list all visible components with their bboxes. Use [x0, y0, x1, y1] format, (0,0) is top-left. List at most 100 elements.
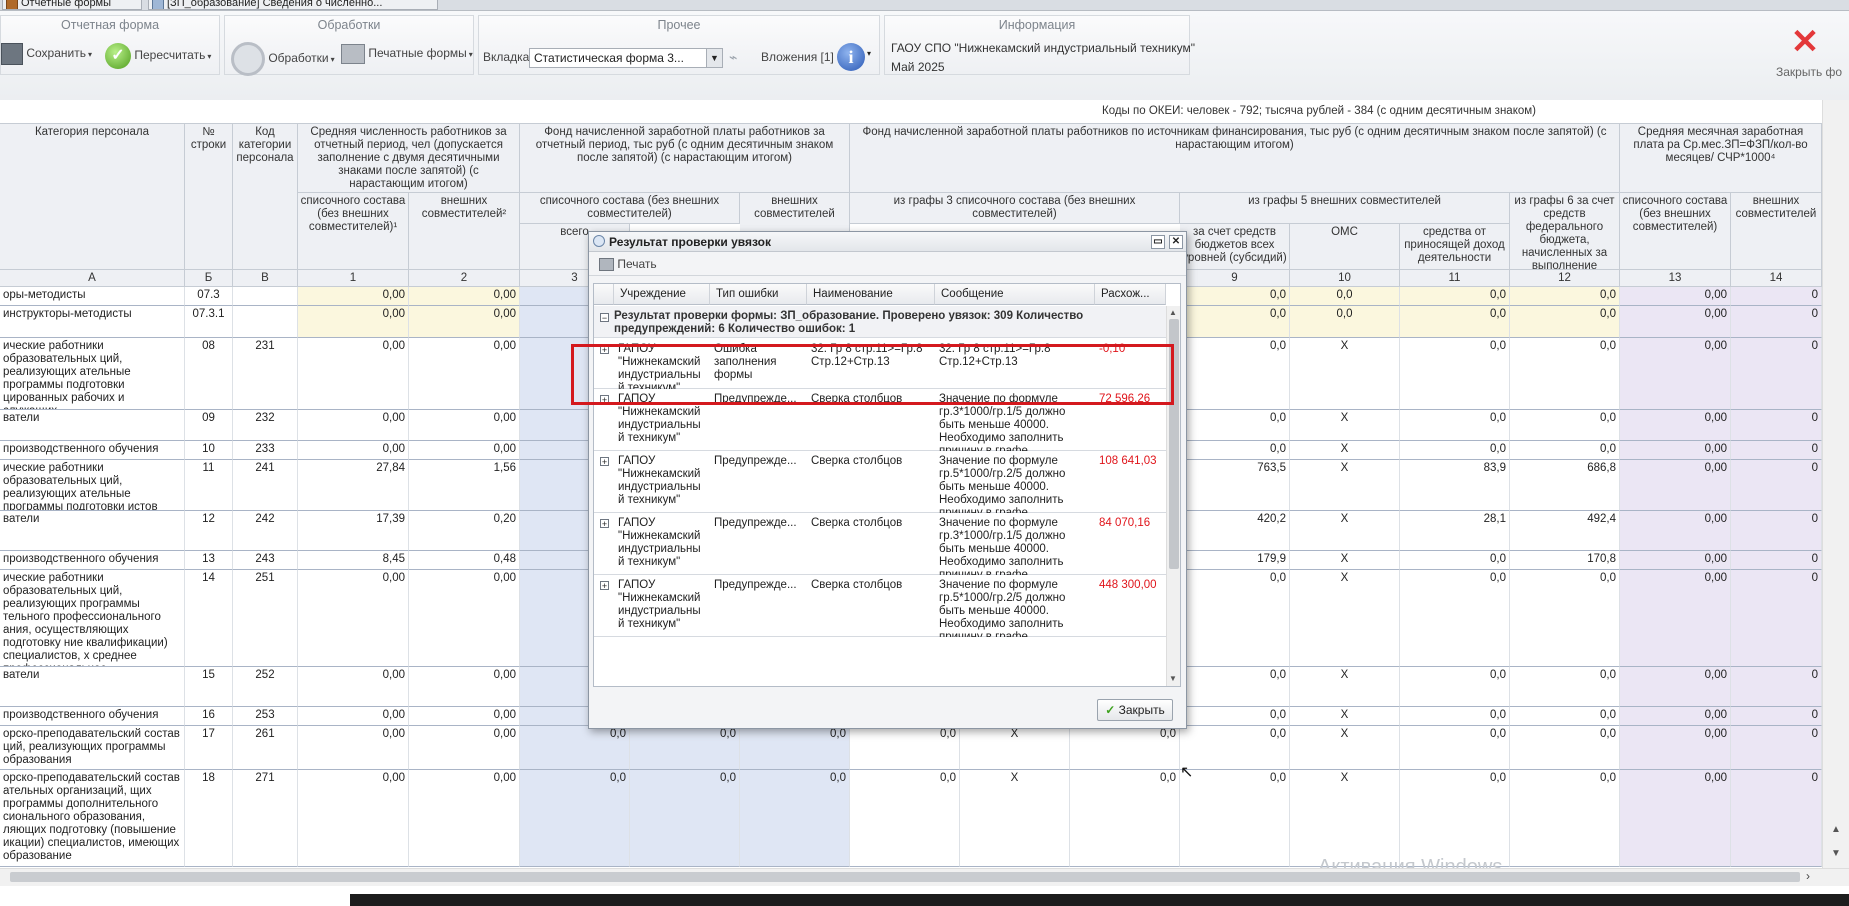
table-cell[interactable]: 0,0 — [1400, 338, 1510, 410]
maximize-icon[interactable]: ▭ — [1151, 235, 1165, 249]
table-cell[interactable]: 0,0 — [1180, 410, 1290, 441]
table-cell[interactable]: 0,00 — [409, 570, 520, 667]
table-cell[interactable]: 0,0 — [1510, 287, 1620, 306]
table-cell[interactable]: 0,00 — [298, 570, 409, 667]
table-cell[interactable]: 0,00 — [409, 338, 520, 410]
table-cell[interactable]: 0,0 — [1290, 306, 1400, 338]
info-icon[interactable]: i — [837, 43, 865, 71]
table-cell[interactable]: 0 — [1731, 707, 1822, 726]
table-cell[interactable]: 0,00 — [298, 726, 409, 770]
table-cell[interactable]: 0,00 — [1620, 441, 1731, 460]
table-cell[interactable]: 0,00 — [298, 770, 409, 867]
table-cell[interactable]: 0,0 — [520, 770, 630, 867]
table-cell[interactable]: X — [960, 726, 1070, 770]
table-cell[interactable]: 0,00 — [1620, 551, 1731, 570]
save-button[interactable]: Сохранить ▾ — [1, 43, 92, 65]
table-cell[interactable]: 28,1 — [1400, 511, 1510, 551]
recalculate-button[interactable]: ✓ Пересчитать ▾ — [105, 43, 211, 69]
table-cell[interactable]: 0,0 — [1510, 306, 1620, 338]
table-cell[interactable]: 253 — [233, 707, 298, 726]
scroll-up-icon[interactable]: ▲ — [1831, 824, 1841, 835]
header-diff[interactable]: Расхож... — [1095, 284, 1166, 305]
table-cell[interactable]: 0,00 — [1620, 667, 1731, 707]
table-cell[interactable]: 0,0 — [1180, 726, 1290, 770]
table-cell[interactable]: 0,0 — [1400, 287, 1510, 306]
table-cell[interactable]: 83,9 — [1400, 460, 1510, 511]
print-button[interactable]: Печать — [599, 254, 657, 274]
table-cell[interactable]: 0,0 — [1070, 726, 1180, 770]
table-cell[interactable]: 0,0 — [630, 770, 740, 867]
table-cell[interactable]: 0,00 — [298, 287, 409, 306]
tab-report-forms[interactable]: Отчетные формы — [2, 0, 142, 10]
table-cell[interactable]: 0,0 — [1400, 770, 1510, 867]
table-cell[interactable]: X — [1290, 441, 1400, 460]
table-cell[interactable]: 0 — [1731, 287, 1822, 306]
result-row[interactable]: + ГАПОУ "Нижнекамский индустриальный техн… — [594, 575, 1166, 637]
table-cell[interactable]: 0,00 — [1620, 287, 1731, 306]
table-cell[interactable]: X — [1290, 551, 1400, 570]
table-cell[interactable]: 0,0 — [1400, 306, 1510, 338]
table-cell[interactable]: 0,0 — [1510, 410, 1620, 441]
table-cell[interactable]: 0,0 — [1180, 770, 1290, 867]
scroll-up-icon[interactable]: ▲ — [1169, 308, 1177, 317]
close-button[interactable]: ✓ Закрыть — [1097, 699, 1173, 721]
table-cell[interactable]: 0,0 — [1180, 306, 1290, 338]
table-cell[interactable]: 0,0 — [1400, 667, 1510, 707]
table-cell[interactable]: 0,0 — [740, 726, 850, 770]
expand-icon[interactable]: + — [600, 457, 609, 467]
close-form-button[interactable]: ✕ Закрыть фо — [1776, 25, 1842, 87]
expand-icon[interactable]: + — [600, 519, 609, 529]
table-cell[interactable]: X — [1290, 707, 1400, 726]
collapse-icon[interactable]: − — [600, 313, 609, 323]
table-cell[interactable]: 0 — [1731, 667, 1822, 707]
table-cell[interactable]: 0,0 — [1180, 287, 1290, 306]
table-cell[interactable]: 0,0 — [1290, 287, 1400, 306]
table-cell[interactable]: X — [1290, 410, 1400, 441]
table-cell[interactable]: 0,00 — [298, 410, 409, 441]
table-cell[interactable]: 0 — [1731, 338, 1822, 410]
table-cell[interactable]: 0,00 — [409, 410, 520, 441]
table-cell[interactable]: 0,00 — [1620, 511, 1731, 551]
header-message[interactable]: Сообщение — [935, 284, 1095, 305]
tab-select[interactable]: Статистическая форма 3... ▼ — [529, 48, 723, 68]
table-cell[interactable]: 0,0 — [1400, 726, 1510, 770]
expand-icon[interactable]: + — [600, 581, 609, 591]
table-cell[interactable]: 0,0 — [1180, 707, 1290, 726]
table-cell[interactable]: 0,00 — [1620, 726, 1731, 770]
scroll-right-icon[interactable]: › — [1806, 869, 1810, 883]
table-cell[interactable]: 0,0 — [630, 726, 740, 770]
table-cell[interactable]: 0,00 — [1620, 770, 1731, 867]
table-cell[interactable]: 0,0 — [1510, 707, 1620, 726]
table-cell[interactable]: 0 — [1731, 306, 1822, 338]
table-cell[interactable]: 0,00 — [1620, 570, 1731, 667]
scroll-thumb[interactable] — [10, 872, 1800, 882]
table-cell[interactable]: 0,00 — [1620, 306, 1731, 338]
table-cell[interactable]: 0,0 — [740, 770, 850, 867]
table-cell[interactable]: 0,0 — [1400, 551, 1510, 570]
table-cell[interactable]: 231 — [233, 338, 298, 410]
table-cell[interactable]: 0,00 — [409, 287, 520, 306]
table-cell[interactable]: X — [1290, 460, 1400, 511]
paperclip-icon[interactable]: ⌁ — [729, 50, 743, 64]
table-cell[interactable]: 420,2 — [1180, 511, 1290, 551]
table-cell[interactable]: 0,0 — [850, 770, 960, 867]
print-forms-button[interactable]: Печатные формы ▾ — [341, 43, 473, 65]
table-cell[interactable]: 492,4 — [1510, 511, 1620, 551]
table-cell[interactable]: 271 — [233, 770, 298, 867]
table-cell[interactable]: X — [1290, 338, 1400, 410]
table-cell[interactable]: 0,0 — [1400, 410, 1510, 441]
table-cell[interactable]: 0,00 — [298, 707, 409, 726]
table-cell[interactable]: 0 — [1731, 770, 1822, 867]
table-cell[interactable]: 0,0 — [520, 726, 630, 770]
table-cell[interactable]: 0,0 — [1510, 770, 1620, 867]
table-cell[interactable]: 0,00 — [298, 306, 409, 338]
table-cell[interactable]: 0,00 — [409, 707, 520, 726]
chevron-down-icon[interactable]: ▾ — [867, 49, 871, 58]
result-row[interactable]: + ГАПОУ "Нижнекамский индустриальный техн… — [594, 451, 1166, 513]
dialog-title-bar[interactable]: Результат проверки увязок ▭ ✕ — [589, 232, 1186, 252]
table-cell[interactable]: 0,00 — [298, 338, 409, 410]
table-cell[interactable]: 0 — [1731, 410, 1822, 441]
table-cell[interactable] — [233, 287, 298, 306]
table-cell[interactable]: 0 — [1731, 511, 1822, 551]
table-cell[interactable]: 242 — [233, 511, 298, 551]
